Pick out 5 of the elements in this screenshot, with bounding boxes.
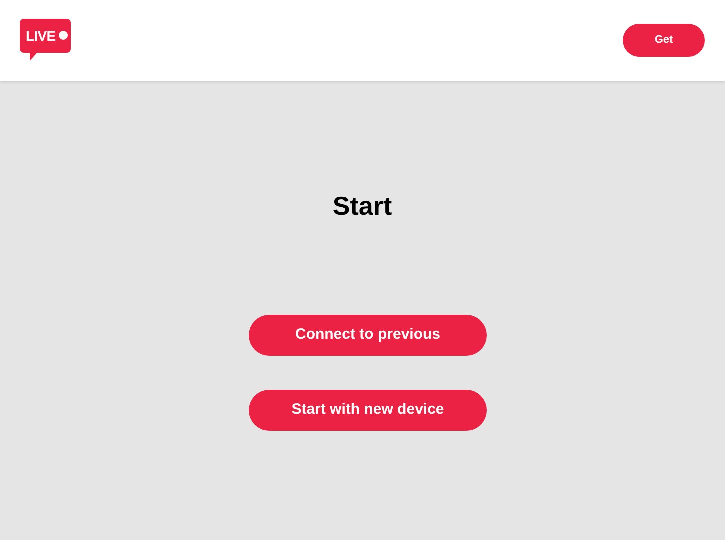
action-button[interactable]: Connect to previous	[249, 315, 487, 356]
get-button[interactable]: Get	[623, 24, 705, 57]
action-button[interactable]: Start with new device	[249, 390, 487, 431]
logo-text: LIVE	[26, 28, 56, 42]
page-title: Start	[332, 190, 392, 223]
